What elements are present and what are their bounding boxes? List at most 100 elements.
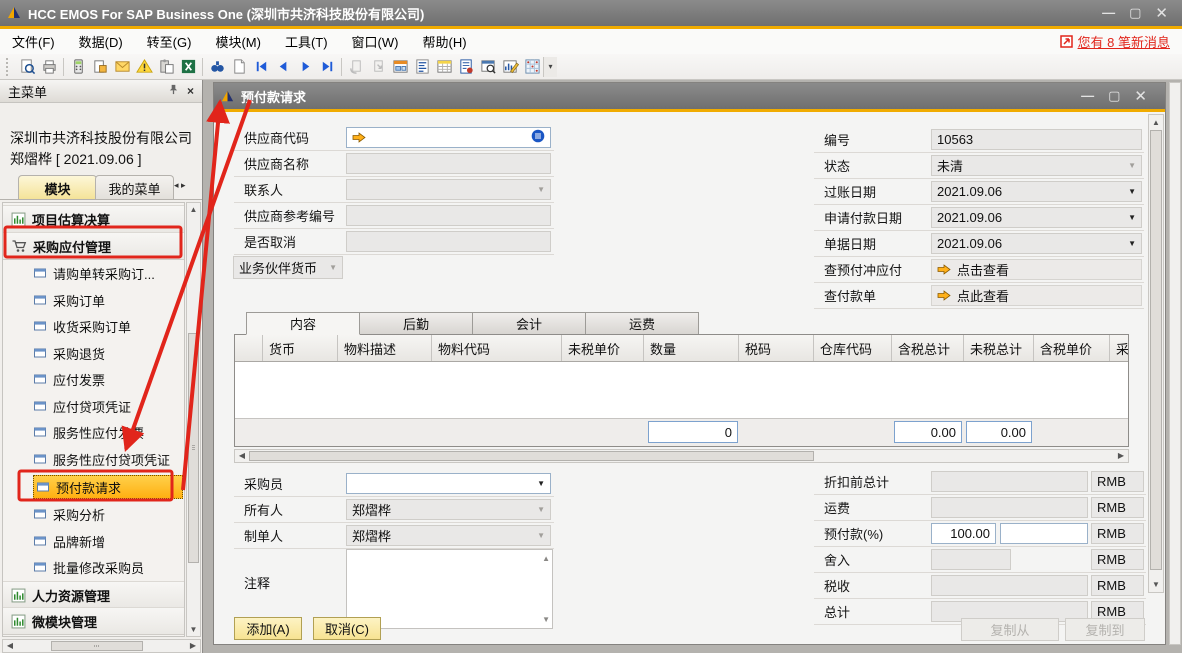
choose-from-list-icon[interactable] xyxy=(531,129,545,146)
sidebar-item-batch-modify-buyer[interactable]: 批量修改采购员 xyxy=(3,554,184,580)
mail-icon[interactable] xyxy=(111,57,133,77)
vendor-code-input[interactable] xyxy=(346,127,551,148)
sidebar-vertical-scrollbar[interactable]: ▲ ▼ xyxy=(186,202,201,637)
last-record-icon[interactable] xyxy=(316,57,338,77)
posting-date-dropdown[interactable]: 2021.09.06▼ xyxy=(931,181,1142,202)
list-view-icon[interactable] xyxy=(411,57,433,77)
print-icon[interactable] xyxy=(38,57,60,77)
form-settings-icon[interactable] xyxy=(89,57,111,77)
col-buyer[interactable]: 采购 xyxy=(1110,335,1128,361)
close-icon[interactable]: ✕ xyxy=(1155,6,1168,21)
tab-modules[interactable]: 模块 xyxy=(18,175,97,200)
sidebar-item-purchase-order[interactable]: 采购订单 xyxy=(3,287,184,313)
currency-mode-dropdown[interactable]: 业务伙伴货币▼ xyxy=(233,256,343,279)
tab-scroll-arrows[interactable]: ◂ ▸ xyxy=(174,180,186,191)
sidebar-item-project-estimation[interactable]: 项目估算决算 xyxy=(3,205,184,233)
link-arrow-icon[interactable] xyxy=(352,132,366,143)
buyer-dropdown[interactable]: ▼ xyxy=(346,473,551,494)
scroll-down-icon[interactable]: ▼ xyxy=(542,615,550,624)
menu-modules[interactable]: 模块(M) xyxy=(203,29,273,54)
menu-window[interactable]: 窗口(W) xyxy=(340,29,411,54)
col-gross-total[interactable]: 含税总计 xyxy=(892,335,964,361)
add-button[interactable]: 添加(A) xyxy=(234,617,302,640)
rounding-field[interactable] xyxy=(931,549,1011,570)
panel-close-icon[interactable]: × xyxy=(187,84,194,98)
total-net-field[interactable]: 0.00 xyxy=(966,421,1032,443)
toolbar-overflow-button[interactable]: ▾ xyxy=(543,57,557,77)
sidebar-item-service-ap-credit-memo[interactable]: 服务性应付贷项凭证 xyxy=(3,446,184,472)
pin-icon[interactable] xyxy=(168,84,179,95)
col-net-total[interactable]: 未税总计 xyxy=(964,335,1034,361)
maximize-icon[interactable]: ▢ xyxy=(1129,6,1141,21)
request-date-dropdown[interactable]: 2021.09.06▼ xyxy=(931,207,1142,228)
prepay-offset-link[interactable]: 点击查看 xyxy=(931,259,1142,280)
menu-goto[interactable]: 转至(G) xyxy=(135,29,204,54)
first-record-icon[interactable] xyxy=(250,57,272,77)
sidebar-item-ap-credit-memo[interactable]: 应付贷项凭证 xyxy=(3,393,184,419)
col-currency[interactable]: 货币 xyxy=(263,335,338,361)
vendor-ref-field[interactable] xyxy=(346,205,551,226)
doc-minimize-icon[interactable]: — xyxy=(1081,89,1094,104)
add-new-icon[interactable] xyxy=(228,57,250,77)
cancel-button[interactable]: 取消(C) xyxy=(313,617,381,640)
doc-number-field[interactable]: 10563 xyxy=(931,129,1142,150)
tab-freight[interactable]: 运费 xyxy=(585,312,699,335)
calculator-icon[interactable] xyxy=(67,57,89,77)
table-view-icon[interactable] xyxy=(433,57,455,77)
minimize-icon[interactable]: — xyxy=(1102,6,1115,21)
scroll-up-icon[interactable]: ▲ xyxy=(542,554,550,563)
creator-dropdown[interactable]: 郑熠桦▼ xyxy=(346,525,551,546)
find-icon[interactable] xyxy=(206,57,228,77)
col-warehouse[interactable]: 仓库代码 xyxy=(814,335,892,361)
sidebar-item-prepayment-request[interactable]: 预付款请求 xyxy=(3,474,184,500)
sidebar-item-purchase-ap-management[interactable]: 采购应付管理 xyxy=(3,232,184,260)
doc-vertical-scrollbar[interactable]: ▲ ▼ xyxy=(1148,114,1164,593)
col-item-code[interactable]: 物料代码 xyxy=(432,335,562,361)
sidebar-item-pr-to-po[interactable]: 请购单转采购订... xyxy=(3,260,184,286)
sidebar-item-purchase-analysis[interactable]: 采购分析 xyxy=(3,501,184,527)
payment-doc-link[interactable]: 点此查看 xyxy=(931,285,1142,306)
col-unit-price[interactable]: 未税单价 xyxy=(562,335,644,361)
sidebar-item-purchase-return[interactable]: 采购退货 xyxy=(3,340,184,366)
sidebar-horizontal-scrollbar[interactable]: ◀ ▶ xyxy=(2,639,201,653)
print-preview-icon[interactable] xyxy=(16,57,38,77)
form-mode-icon[interactable] xyxy=(389,57,411,77)
prepayment-amount-input[interactable] xyxy=(1000,523,1088,544)
doc-close-icon[interactable]: ✕ xyxy=(1134,89,1147,104)
col-tax-code[interactable]: 税码 xyxy=(739,335,814,361)
col-rownum[interactable] xyxy=(235,335,263,361)
new-messages-link[interactable]: 您有 8 笔新消息 xyxy=(1060,32,1170,51)
tab-my-menu[interactable]: 我的菜单 xyxy=(95,175,174,200)
owner-dropdown[interactable]: 郑熠桦▼ xyxy=(346,499,551,520)
grid-dots-icon[interactable] xyxy=(521,57,543,77)
sidebar-item-service-ap-invoice[interactable]: 服务性应付发票 xyxy=(3,419,184,445)
link-arrow-icon[interactable] xyxy=(367,57,389,77)
status-dropdown[interactable]: 未清▼ xyxy=(931,155,1142,176)
query-window-icon[interactable] xyxy=(477,57,499,77)
document-date-dropdown[interactable]: 2021.09.06▼ xyxy=(931,233,1142,254)
chart-edit-icon[interactable] xyxy=(499,57,521,77)
col-gross-price[interactable]: 含税单价 xyxy=(1034,335,1110,361)
table-horizontal-scrollbar[interactable]: ◀ ▶ xyxy=(234,449,1129,463)
sidebar-item-ap-invoice[interactable]: 应付发票 xyxy=(3,366,184,392)
link-document-icon[interactable] xyxy=(345,57,367,77)
copy-to-button[interactable]: 复制到 xyxy=(1065,618,1145,641)
menu-data[interactable]: 数据(D) xyxy=(67,29,135,54)
freight-field[interactable] xyxy=(931,497,1088,518)
next-record-icon[interactable] xyxy=(294,57,316,77)
previous-record-icon[interactable] xyxy=(272,57,294,77)
vendor-name-field[interactable] xyxy=(346,153,551,174)
sidebar-item-brand-add[interactable]: 品牌新增 xyxy=(3,528,184,554)
sidebar-item-micro-module-management[interactable]: 微模块管理 xyxy=(3,607,184,635)
menu-help[interactable]: 帮助(H) xyxy=(410,29,478,54)
copy-from-button[interactable]: 复制从 xyxy=(961,618,1059,641)
warning-icon[interactable] xyxy=(133,57,155,77)
tab-contents[interactable]: 内容 xyxy=(246,312,360,335)
col-quantity[interactable]: 数量 xyxy=(644,335,739,361)
export-excel-icon[interactable] xyxy=(177,57,199,77)
menu-tools[interactable]: 工具(T) xyxy=(273,29,340,54)
paste-special-icon[interactable] xyxy=(155,57,177,77)
workspace-scrollbar[interactable] xyxy=(1169,82,1181,645)
sidebar-item-hr-management[interactable]: 人力资源管理 xyxy=(3,581,184,609)
col-item-desc[interactable]: 物料描述 xyxy=(338,335,432,361)
